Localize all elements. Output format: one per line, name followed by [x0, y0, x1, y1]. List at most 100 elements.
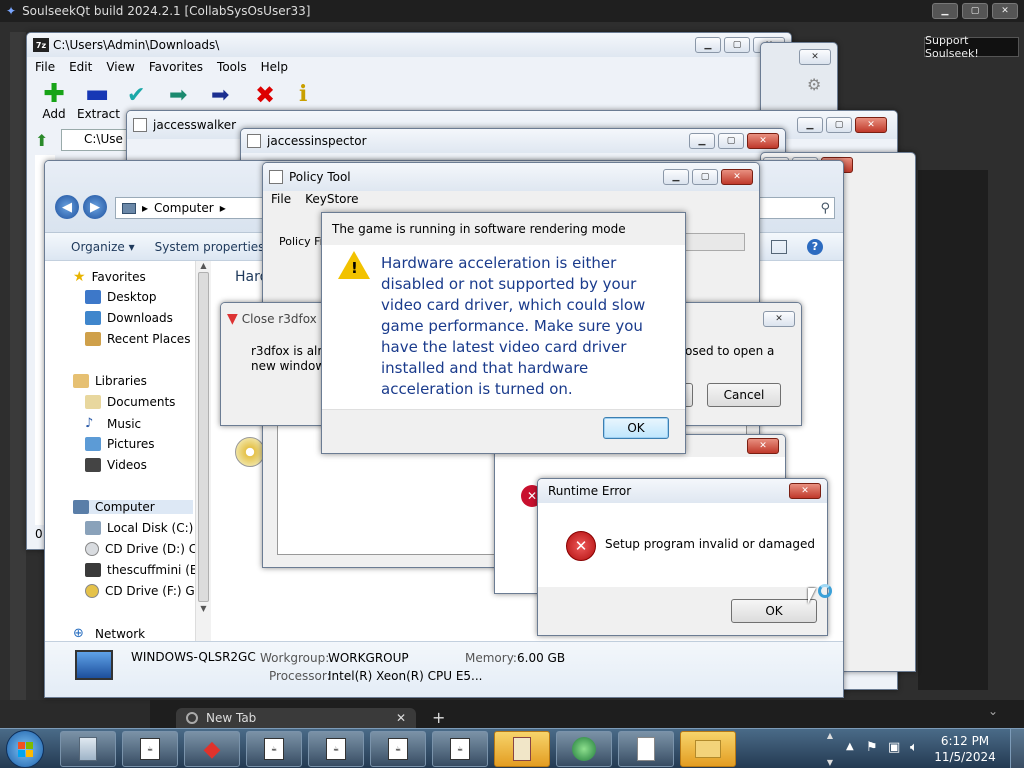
view-pane-icon[interactable]: [771, 239, 787, 254]
game-dialog-ok-button[interactable]: OK: [603, 417, 669, 439]
chrome-tab-favicon-icon: [186, 712, 198, 724]
taskbar-scroll[interactable]: ▲ ▼: [824, 731, 836, 767]
background-close-button[interactable]: ✕: [799, 49, 831, 65]
nav-desktop[interactable]: Desktop: [85, 290, 157, 304]
taskbar-java-app-5[interactable]: ☕: [432, 731, 488, 767]
help-icon[interactable]: ?: [807, 238, 823, 255]
nav-network[interactable]: ⊕ Network: [73, 626, 145, 641]
soulseek-maximize-button[interactable]: ▢: [962, 3, 988, 19]
soulseek-support-button[interactable]: Support Soulseek!: [924, 34, 1019, 60]
nav-scrollbar[interactable]: ▲ ▼: [195, 261, 211, 641]
jaccesswalker-close-button[interactable]: ✕: [855, 117, 887, 133]
delete-icon[interactable]: ✖: [255, 81, 275, 109]
nav-computer[interactable]: Computer: [73, 500, 193, 514]
taskbar-recycle-button[interactable]: [60, 731, 116, 767]
r3dfox-logo-icon: ▼: [227, 311, 238, 327]
runtime-error-ok-button[interactable]: OK: [731, 599, 817, 623]
tray-volume-icon[interactable]: 🔈︎: [910, 740, 918, 755]
chrome-tab-list-icon[interactable]: ⌄: [988, 704, 998, 718]
jaccessinspector-minimize-button[interactable]: ▁: [689, 133, 715, 149]
error-back-close-button[interactable]: ✕: [747, 438, 779, 454]
sevenzip-menu-edit[interactable]: Edit: [69, 60, 92, 74]
runtime-error-close-button[interactable]: ✕: [789, 483, 821, 499]
taskbar-folder-app[interactable]: [680, 731, 736, 767]
sevenzip-menu-file[interactable]: File: [35, 60, 55, 74]
nav-pictures[interactable]: Pictures: [85, 437, 155, 451]
copy-icon[interactable]: ➡: [169, 83, 187, 108]
taskbar-java-app-1[interactable]: ☕: [122, 731, 178, 767]
system-properties-button[interactable]: System properties: [155, 240, 265, 254]
nav-libraries[interactable]: Libraries: [73, 374, 147, 388]
taskbar-java-app-3[interactable]: ☕: [308, 731, 364, 767]
show-desktop-button[interactable]: [1010, 729, 1024, 768]
test-icon[interactable]: ✔: [127, 83, 145, 108]
move-icon[interactable]: ➡: [211, 83, 229, 108]
tray-clock[interactable]: 6:12 PM 11/5/2024: [930, 733, 1000, 765]
tray-flag-icon[interactable]: ⚑: [866, 740, 878, 755]
taskbar-document-app[interactable]: [618, 731, 674, 767]
windows-logo-icon: [17, 741, 33, 757]
explorer-breadcrumb[interactable]: Computer: [154, 201, 214, 215]
sevenzip-minimize-button[interactable]: ▁: [695, 37, 721, 53]
policy-maximize-button[interactable]: ▢: [692, 169, 718, 185]
nav-local-disk[interactable]: Local Disk (C:): [85, 521, 193, 535]
desktop-icon: [85, 290, 101, 304]
policy-menu-keystore[interactable]: KeyStore: [305, 192, 358, 206]
sevenzip-menu-favorites[interactable]: Favorites: [149, 60, 203, 74]
sevenzip-maximize-button[interactable]: ▢: [724, 37, 750, 53]
chrome-new-tab[interactable]: New Tab ✕: [176, 708, 416, 728]
nav-favorites[interactable]: ★ Favorites: [73, 269, 146, 285]
tray-expand-icon[interactable]: ▲: [846, 741, 854, 752]
settings-gear-icon[interactable]: ⚙: [807, 75, 821, 94]
jaccesswalker-minimize-button[interactable]: ▁: [797, 117, 823, 133]
plus-icon: ✚: [43, 79, 65, 109]
nav-cd-drive-f[interactable]: CD Drive (F:) GEX: [85, 584, 211, 598]
jaccessinspector-maximize-button[interactable]: ▢: [718, 133, 744, 149]
sevenzip-extract-button[interactable]: ▬ Extract: [77, 81, 120, 121]
nav-cd-drive-d[interactable]: CD Drive (D:) CDI: [85, 542, 210, 556]
scroll-up-icon[interactable]: ▲: [827, 731, 833, 740]
soulseek-minimize-button[interactable]: ▁: [932, 3, 958, 19]
policy-menu-file[interactable]: File: [271, 192, 291, 206]
start-button[interactable]: [6, 730, 44, 768]
sevenzip-menu-tools[interactable]: Tools: [217, 60, 247, 74]
r3dfox-close-button[interactable]: ✕: [763, 311, 795, 327]
back-arrow-icon[interactable]: ◀: [55, 195, 79, 219]
chrome-tab-close-icon[interactable]: ✕: [396, 711, 406, 725]
taskbar-network-app[interactable]: [556, 731, 612, 767]
scroll-up-icon[interactable]: ▲: [196, 261, 211, 270]
nav-recent-places[interactable]: Recent Places: [85, 332, 190, 346]
nav-videos[interactable]: Videos: [85, 458, 147, 472]
scroll-down-icon[interactable]: ▼: [827, 758, 833, 767]
sevenzip-up-button[interactable]: ⬆: [35, 131, 48, 150]
policy-close-button[interactable]: ✕: [721, 169, 753, 185]
cd-icon: [85, 584, 99, 598]
tray-network-icon[interactable]: ▣: [888, 740, 900, 755]
r3dfox-cancel-button[interactable]: Cancel: [707, 383, 781, 407]
taskbar-java-app-2[interactable]: ☕: [246, 731, 302, 767]
nav-downloads[interactable]: Downloads: [85, 311, 173, 325]
scroll-down-icon[interactable]: ▼: [196, 604, 211, 613]
taskbar-java-app-4[interactable]: ☕: [370, 731, 426, 767]
organize-button[interactable]: Organize ▾: [71, 240, 135, 254]
chrome-new-tab-plus-icon[interactable]: +: [432, 708, 445, 727]
info-icon[interactable]: i: [299, 81, 307, 107]
nav-thescuffmini[interactable]: thescuffmini (E:): [85, 563, 206, 577]
music-icon: ♪: [85, 416, 94, 431]
jaccesswalker-maximize-button[interactable]: ▢: [826, 117, 852, 133]
soulseek-close-button[interactable]: ✕: [992, 3, 1018, 19]
explorer-search-field[interactable]: ⚲: [759, 197, 835, 219]
nav-music[interactable]: ♪ Music: [85, 416, 141, 431]
sevenzip-menu-view[interactable]: View: [106, 60, 134, 74]
sevenzip-menu-help[interactable]: Help: [261, 60, 288, 74]
policy-title: Policy Tool: [289, 170, 351, 184]
nav-documents[interactable]: Documents: [85, 395, 175, 409]
forward-arrow-icon[interactable]: ▶: [83, 195, 107, 219]
policy-minimize-button[interactable]: ▁: [663, 169, 689, 185]
sevenzip-add-button[interactable]: ✚ Add: [39, 81, 69, 121]
taskbar-game-app[interactable]: [494, 731, 550, 767]
policy-file-field[interactable]: [683, 233, 745, 251]
taskbar-r3dfox[interactable]: ◆: [184, 731, 240, 767]
jaccessinspector-close-button[interactable]: ✕: [747, 133, 779, 149]
scroll-thumb[interactable]: [198, 272, 209, 602]
